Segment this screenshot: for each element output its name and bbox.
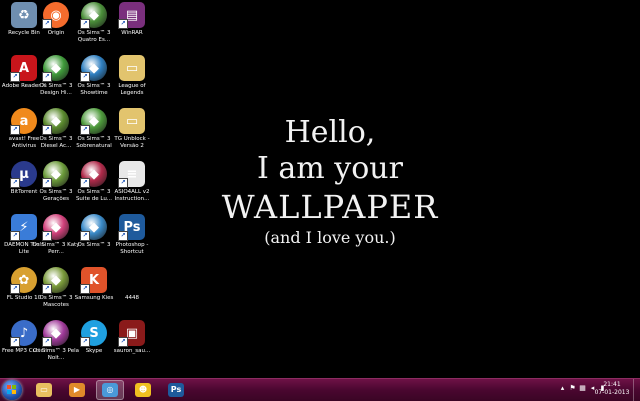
shortcut-arrow-icon: ↗ (118, 231, 128, 241)
taskbar-button[interactable]: Ps (162, 380, 190, 400)
shortcut-arrow-icon: ↗ (10, 178, 20, 188)
image-file-icon: ▣ ↗ (118, 320, 145, 347)
skype-icon: S ↗ (80, 320, 107, 347)
network-icon[interactable]: ▦ (579, 384, 586, 392)
photoshop-icon: Ps ↗ (118, 214, 145, 241)
shortcut-arrow-icon: ↗ (42, 125, 52, 135)
desktop-icon-label: ASIO4ALL v2 Instruction... (114, 189, 150, 202)
desktop-icon[interactable]: Ps ↗ Photoshop - Shortcut (108, 214, 156, 266)
wallpaper-line-hello: Hello, (284, 115, 376, 150)
shortcut-arrow-icon: ↗ (10, 125, 20, 135)
folder-icon: ▭ (119, 108, 145, 134)
shortcut-arrow-icon: ↗ (10, 72, 20, 82)
desktop-icon-label: WinRAR (121, 30, 143, 36)
desktop-icon[interactable]: ▭ League of Legends (108, 55, 156, 107)
taskbar-button[interactable]: ☻ (129, 380, 157, 400)
arrow-up-icon[interactable]: ▴ (559, 384, 566, 392)
start-button[interactable] (2, 380, 22, 400)
chrome-icon: ◎ (102, 383, 118, 397)
shortcut-arrow-icon: ↗ (118, 178, 128, 188)
desktop-icon-label: TG Unblock - Versão 2 (114, 136, 150, 149)
photoshop-icon: Ps (168, 383, 184, 397)
wallpaper-line-love: (and I love you.) (264, 228, 396, 247)
wallpaper-line-i-am-your: I am your (257, 151, 403, 186)
shortcut-arrow-icon: ↗ (80, 125, 90, 135)
desktop-icon-label: Photoshop - Shortcut (115, 242, 149, 255)
shortcut-arrow-icon: ↗ (10, 231, 20, 241)
sims-icon: ◆ ↗ (42, 55, 69, 82)
sims-icon: ◆ ↗ (42, 267, 69, 294)
shortcut-arrow-icon: ↗ (42, 72, 52, 82)
document-icon: ≡ ↗ (118, 161, 145, 188)
taskbar: ▭ ▶ ◎ ☻ Ps ▴ ⚑ ▦ ◂ ▮ 21:41 07-01-2013 (0, 378, 640, 401)
shortcut-arrow-icon: ↗ (42, 19, 52, 29)
shortcut-arrow-icon: ↗ (80, 231, 90, 241)
clock-time: 21:41 (603, 381, 621, 388)
desktop-icon[interactable]: ▣ ↗ sauron_sau... (108, 320, 156, 372)
show-desktop-button[interactable] (633, 379, 640, 401)
desktop-icon[interactable]: 4448 (108, 267, 156, 319)
samsung-kies-icon: K ↗ (80, 267, 107, 294)
sims-icon: ◆ ↗ (80, 108, 107, 135)
wallpaper-text: Hello, I am your WALLPAPER (and I love y… (180, 115, 480, 249)
desktop-icon-label: League of Legends (118, 83, 146, 96)
shortcut-arrow-icon: ↗ (80, 284, 90, 294)
shortcut-arrow-icon: ↗ (42, 178, 52, 188)
windows-explorer-icon: ▭ (36, 383, 52, 397)
messenger-icon: ☻ (135, 383, 151, 397)
origin-icon: ◉ ↗ (42, 2, 69, 29)
blank-file-icon (119, 267, 145, 293)
shortcut-arrow-icon: ↗ (42, 337, 52, 347)
windows-start-icon (7, 385, 17, 395)
shortcut-arrow-icon: ↗ (10, 284, 20, 294)
shortcut-arrow-icon: ↗ (118, 19, 128, 29)
desktop-icon[interactable]: ▤ ↗ WinRAR (108, 2, 156, 54)
sims-icon: ◆ ↗ (80, 161, 107, 188)
clock-date: 07-01-2013 (594, 389, 630, 396)
desktop-icon[interactable]: ▭ TG Unblock - Versão 2 (108, 108, 156, 160)
sims-icon: ◆ ↗ (80, 2, 107, 29)
desktop-icon-label: 4448 (125, 295, 139, 301)
sims-icon: ◆ ↗ (42, 214, 69, 241)
desktop[interactable]: ♻ Recycle Bin ◉ ↗ Origin ◆ ↗ Os Sims™ 3 Quatro … (0, 0, 640, 378)
taskbar-button[interactable]: ◎ (96, 380, 124, 400)
desktop-icon[interactable]: ≡ ↗ ASIO4ALL v2 Instruction... (108, 161, 156, 213)
media-player-icon: ▶ (69, 383, 85, 397)
shortcut-arrow-icon: ↗ (80, 178, 90, 188)
shortcut-arrow-icon: ↗ (42, 231, 52, 241)
sims-icon: ◆ ↗ (42, 108, 69, 135)
sims-icon: ◆ ↗ (42, 320, 69, 347)
sims-icon: ◆ ↗ (42, 161, 69, 188)
shortcut-arrow-icon: ↗ (118, 337, 128, 347)
desktop-icon-label: sauron_sau... (113, 348, 151, 354)
shortcut-arrow-icon: ↗ (80, 337, 90, 347)
sims-icon: ◆ ↗ (80, 55, 107, 82)
sims-icon: ◆ ↗ (80, 214, 107, 241)
wallpaper-line-wallpaper: WALLPAPER (221, 188, 439, 226)
taskbar-button[interactable]: ▭ (30, 380, 58, 400)
folder-icon: ▭ (119, 55, 145, 81)
shortcut-arrow-icon: ↗ (80, 19, 90, 29)
shortcut-arrow-icon: ↗ (10, 337, 20, 347)
shortcut-arrow-icon: ↗ (42, 284, 52, 294)
taskbar-button[interactable]: ▶ (63, 380, 91, 400)
shortcut-arrow-icon: ↗ (80, 72, 90, 82)
winrar-icon: ▤ ↗ (118, 2, 145, 29)
clock[interactable]: 21:41 07-01-2013 (592, 381, 632, 397)
flag-icon[interactable]: ⚑ (569, 384, 576, 392)
